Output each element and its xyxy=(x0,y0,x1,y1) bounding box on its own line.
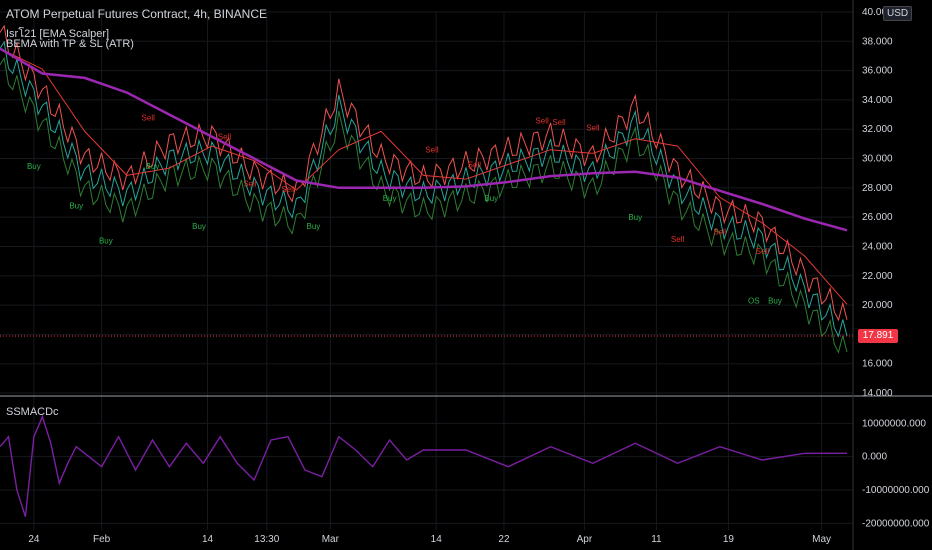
time-tick-label: 22 xyxy=(498,534,510,545)
price-grid xyxy=(0,11,853,530)
macd-tick-label: 0.000 xyxy=(862,452,887,463)
time-tick-label: 14 xyxy=(202,534,214,545)
sell-signal: Sell xyxy=(756,247,770,256)
fast-ema-line xyxy=(0,48,848,305)
buy-signal: Buy xyxy=(484,194,498,203)
buy-signal: Buy xyxy=(383,194,397,203)
currency-badge[interactable]: USD xyxy=(883,6,913,21)
sell-signal: Sell xyxy=(671,235,685,244)
sell-signal: Sell xyxy=(552,118,566,127)
buy-signal: Buy xyxy=(628,213,642,222)
last-price-label: 17.891 xyxy=(858,328,898,343)
sell-signal: Sell xyxy=(218,132,232,141)
sell-signal: Sell xyxy=(281,185,295,194)
price-tick-label: 16.000 xyxy=(862,359,893,370)
signals-layer: BuyBuyBuySellBuyBuySellSellSellBuyBuySel… xyxy=(27,113,782,305)
time-tick-label: Apr xyxy=(577,534,593,545)
macd-tick-label: 10000000.000 xyxy=(862,418,926,429)
price-tick-label: 22.000 xyxy=(862,271,893,282)
buy-signal: Buy xyxy=(99,237,113,246)
macd-grid xyxy=(0,422,853,524)
macd-line xyxy=(0,414,847,517)
sell-signal: Sell xyxy=(243,179,257,188)
buy-signal: Buy xyxy=(768,297,782,306)
time-tick-label: 19 xyxy=(723,534,735,545)
time-tick-label: 11 xyxy=(651,534,662,545)
sell-signal: Sell xyxy=(535,116,549,125)
indicator-ssmacdc[interactable]: SSMACDc xyxy=(6,406,59,418)
buy-signal: Buy xyxy=(69,201,83,210)
macd-tick-label: -20000000.000 xyxy=(862,518,930,529)
buy-signal: Buy xyxy=(146,162,160,171)
chart-canvas[interactable]: 14.00016.00018.00020.00022.00024.00026.0… xyxy=(0,0,932,550)
lower-band-line xyxy=(0,56,848,354)
buy-signal: Buy xyxy=(192,222,206,231)
price-tick-label: 20.000 xyxy=(862,300,893,311)
sell-signal: Sell xyxy=(713,228,727,237)
price-tick-label: 38.000 xyxy=(862,36,893,47)
indicator-bema[interactable]: BEMA with TP & SL (ATR) xyxy=(6,38,134,50)
price-tick-label: 34.000 xyxy=(862,95,893,106)
price-tick-label: 32.000 xyxy=(862,124,893,135)
price-tick-label: 28.000 xyxy=(862,183,893,194)
sell-signal: Sell xyxy=(425,146,439,155)
macd-axis-ticks: 10000000.000 0.000 -10000000.000 -20000000.… xyxy=(862,418,930,529)
time-tick-label: 14 xyxy=(431,534,443,545)
sell-signal: Sell xyxy=(468,160,482,169)
time-tick-label: Feb xyxy=(93,534,111,545)
macd-tick-label: -10000000.000 xyxy=(862,485,930,496)
price-tick-label: 14.000 xyxy=(862,388,893,399)
buy-signal: Buy xyxy=(306,222,320,231)
os-signal: OS xyxy=(748,297,760,306)
time-tick-label: Mar xyxy=(322,534,340,545)
time-tick-label: 24 xyxy=(28,534,40,545)
time-tick-label: May xyxy=(812,534,831,545)
chart-title[interactable]: ATOM Perpetual Futures Contract, 4h, BIN… xyxy=(6,7,267,21)
sell-signal: Sell xyxy=(586,124,600,133)
price-tick-label: 24.000 xyxy=(862,241,893,252)
price-tick-label: 26.000 xyxy=(862,212,893,223)
price-tick-label: 30.000 xyxy=(862,154,893,165)
buy-signal: Buy xyxy=(27,162,41,171)
time-axis-ticks: 24 Feb 14 13:30 Mar 14 22 Apr 11 19 May xyxy=(28,534,831,545)
time-tick-label: 13:30 xyxy=(254,534,279,545)
price-tick-label: 36.000 xyxy=(862,66,893,77)
sell-signal: Sell xyxy=(142,113,156,122)
